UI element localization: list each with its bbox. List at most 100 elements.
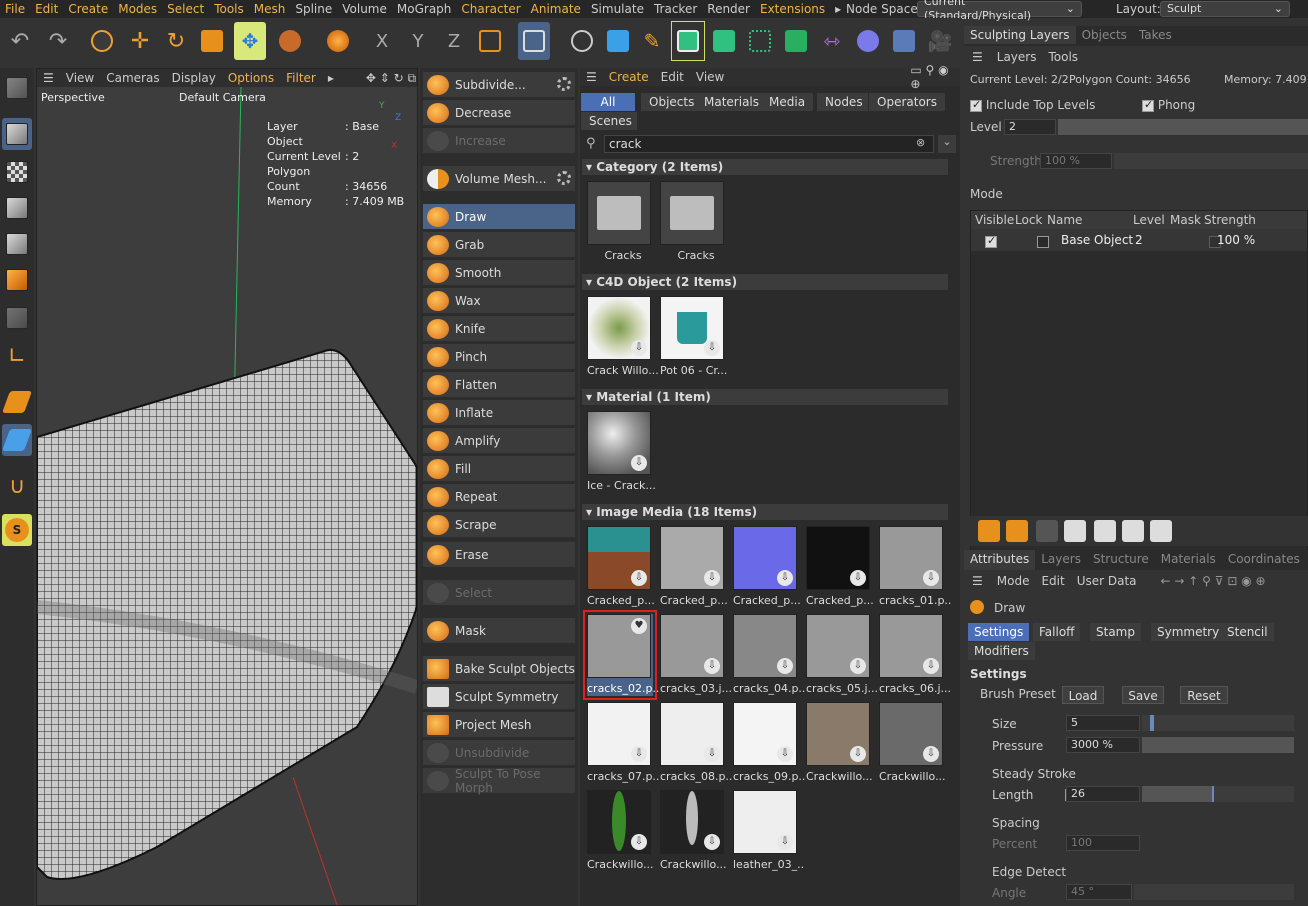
asset-ice-crack[interactable]: ⇩ Ice - Crack... [587, 411, 656, 493]
menu-volume[interactable]: Volume [337, 2, 392, 16]
viewport-more-icon[interactable]: ▸ [322, 71, 340, 85]
workplane-icon[interactable] [1, 386, 33, 418]
cloner-cubes-icon[interactable] [780, 22, 812, 60]
inflate-brush-button[interactable]: Inflate [423, 400, 575, 425]
merge-visible-icon[interactable] [1150, 520, 1172, 542]
gear-icon[interactable] [557, 171, 571, 185]
subtab-falloff[interactable]: Falloff [1033, 623, 1081, 641]
layers-menu-layers[interactable]: Layers [991, 50, 1043, 64]
sculpt-brush-icon[interactable] [322, 22, 354, 60]
tab-materials[interactable]: Materials [1155, 550, 1222, 570]
redo-icon[interactable]: ↷ [42, 22, 74, 60]
menu-mograph[interactable]: MoGraph [392, 2, 457, 16]
media-item[interactable]: ⇩ Cracked_p... [806, 526, 874, 608]
strength-slider[interactable] [1114, 153, 1308, 169]
angle-field[interactable]: 45 ° [1066, 884, 1132, 900]
asset-menu-icon[interactable]: ☰ [580, 70, 603, 84]
merge-down-icon[interactable] [1122, 520, 1144, 542]
media-item[interactable]: ⇩ cracks_03.j... [660, 614, 732, 696]
asset-category-cracks-1[interactable]: Cracks [587, 181, 653, 263]
menu-edit[interactable]: Edit [30, 2, 63, 16]
layer-row-base-object[interactable]: Base Object 2 100 % [971, 229, 1307, 251]
attributes-nav-icons[interactable]: ← → ↑ ⚲ ⊽ ⊡ ◉ ⊕ [1143, 574, 1266, 588]
filter-operators[interactable]: Operators [869, 93, 945, 111]
draw-brush-button[interactable]: Draw [423, 204, 575, 229]
menu-tracker[interactable]: Tracker [649, 2, 702, 16]
length-field[interactable]: 26 [1066, 786, 1140, 802]
clear-layer-icon[interactable] [1064, 520, 1086, 542]
volume-mesh-button[interactable]: Volume Mesh... [423, 166, 575, 191]
filter-objects[interactable]: Objects [641, 93, 703, 111]
menu-file[interactable]: File [0, 2, 30, 16]
tab-coordinates[interactable]: Coordinates [1222, 550, 1306, 570]
grab-brush-button[interactable]: Grab [423, 232, 575, 257]
uv-mode-icon[interactable] [2, 302, 32, 334]
sculpt-move-icon[interactable]: ✥ [234, 22, 266, 60]
include-top-levels[interactable]: Include Top Levels [970, 98, 1095, 112]
scale-icon[interactable] [196, 22, 228, 60]
asset-menu-view[interactable]: View [690, 70, 730, 84]
flatten-brush-button[interactable]: Flatten [423, 372, 575, 397]
viewport-menu-view[interactable]: View [60, 71, 100, 85]
category-header[interactable]: ▾ Category (2 Items) [582, 159, 948, 175]
sculpt-symmetry-button[interactable]: Sculpt Symmetry [423, 684, 575, 709]
media-item[interactable]: ⇩ cracks_09.p... [733, 702, 805, 784]
layers-menu-tools[interactable]: Tools [1042, 50, 1084, 64]
reset-button[interactable]: Reset [1180, 686, 1228, 704]
asset-category-cracks-2[interactable]: Cracks [660, 181, 726, 263]
pressure-field[interactable]: 3000 % [1066, 737, 1140, 753]
attributes-menu-icon[interactable]: ☰ [964, 574, 991, 588]
media-item[interactable]: ⇩ Crackwillo... [587, 790, 654, 872]
media-item[interactable]: ⇩ cracks_05.j... [806, 614, 878, 696]
render-view-icon[interactable] [518, 22, 550, 60]
strength-field[interactable]: 100 % [1040, 153, 1112, 169]
floor-icon[interactable] [888, 22, 920, 60]
undo-icon[interactable]: ↶ [4, 22, 36, 60]
tab-sculpting-layers[interactable]: Sculpting Layers [964, 26, 1076, 44]
menu-more-icon[interactable]: ▸ [830, 2, 846, 16]
subdivision-surface-icon[interactable] [671, 21, 705, 61]
cube-icon[interactable] [602, 22, 634, 60]
viewport-menu-icon[interactable]: ☰ [37, 71, 60, 85]
decrease-button[interactable]: Decrease [423, 100, 575, 125]
model-mode-icon[interactable] [2, 118, 32, 150]
magnet-icon[interactable]: ∪ [2, 470, 32, 502]
media-item[interactable]: ⇩ Cracked_p... [733, 526, 801, 608]
filter-all[interactable]: All [581, 93, 635, 111]
menu-simulate[interactable]: Simulate [586, 2, 649, 16]
menu-select[interactable]: Select [162, 2, 209, 16]
heart-icon[interactable]: ♥ [631, 618, 647, 634]
gear-icon[interactable] [557, 77, 571, 91]
search-dropdown-icon[interactable]: ⌄ [938, 135, 956, 153]
add-layer-icon[interactable] [978, 520, 1000, 542]
filter-media[interactable]: Media [761, 93, 814, 111]
snap-grid-icon[interactable] [1, 424, 33, 456]
increase-button[interactable]: Increase [423, 128, 575, 153]
viewport[interactable]: ☰ View Cameras Display Options Filter ▸ … [36, 68, 418, 906]
visible-checkbox[interactable] [985, 234, 997, 248]
coordinate-system-icon[interactable] [474, 22, 506, 60]
media-item[interactable]: ⇩ Crackwillo... [806, 702, 873, 784]
media-item[interactable]: ⇩ Crackwillo... [879, 702, 946, 784]
add-folder-icon[interactable] [1006, 520, 1028, 542]
wax-brush-button[interactable]: Wax [423, 288, 575, 313]
percent-field[interactable]: 100 [1066, 835, 1140, 851]
viewport-menu-cameras[interactable]: Cameras [100, 71, 165, 85]
viewport-render-icon[interactable] [566, 22, 598, 60]
fill-brush-button[interactable]: Fill [423, 456, 575, 481]
save-button[interactable]: Save [1122, 686, 1164, 704]
scrape-brush-button[interactable]: Scrape [423, 512, 575, 537]
asset-toolbar-icons[interactable]: ▭ ⚲ ◉ ⊕ [910, 63, 960, 91]
level-slider[interactable] [1058, 119, 1308, 135]
rotate-icon[interactable]: ↻ [160, 22, 192, 60]
load-button[interactable]: Load [1062, 686, 1104, 704]
filter-scenes[interactable]: Scenes [581, 112, 637, 130]
subtab-modifiers[interactable]: Modifiers [968, 642, 1035, 660]
subtab-settings[interactable]: Settings [968, 623, 1030, 641]
pose-morph-button[interactable]: Sculpt To Pose Morph [423, 767, 575, 795]
smooth-brush-button[interactable]: Smooth [423, 260, 575, 285]
camera-icon[interactable]: 🎥 [924, 22, 956, 60]
delete-layer-icon[interactable] [1036, 520, 1058, 542]
lock-checkbox[interactable] [1036, 235, 1049, 248]
project-mesh-button[interactable]: Project Mesh [423, 712, 575, 737]
